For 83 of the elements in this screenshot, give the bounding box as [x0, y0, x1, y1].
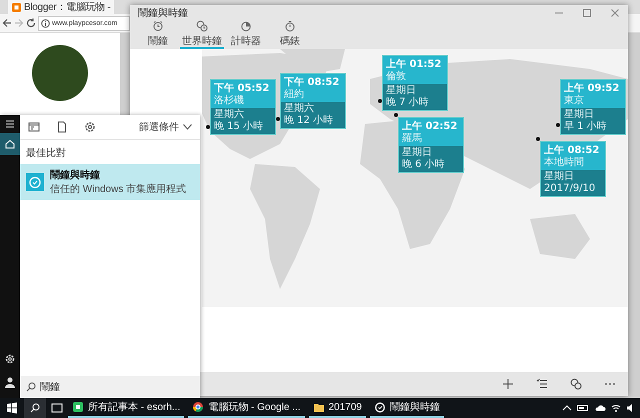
location-dot [394, 113, 398, 117]
city-card[interactable]: 上午 08:52 本地時間 星期日 2017/9/10 [540, 141, 606, 197]
day-text: 星期日 [544, 171, 575, 183]
city-name: 洛杉磯 [214, 95, 245, 107]
browser-icon [192, 401, 204, 413]
taskbar-button[interactable]: 所有記事本 - esorh... [68, 398, 184, 418]
city-card[interactable]: 下午 05:52 洛杉磯 星期六 晚 15 小時 [210, 79, 276, 135]
city-card[interactable]: 下午 08:52 紐約 星期六 晚 12 小時 [280, 73, 346, 129]
add-icon[interactable] [502, 378, 514, 390]
day-text: 星期日 [386, 85, 417, 96]
battery-icon[interactable] [577, 403, 589, 413]
filter-dropdown[interactable]: 篩選條件 [139, 120, 192, 134]
timer-icon [240, 20, 252, 32]
notebook-icon [72, 401, 84, 413]
location-dot [556, 123, 560, 127]
search-box[interactable]: 鬧鐘 [20, 376, 200, 398]
location-dot [536, 137, 540, 141]
checklist-icon[interactable] [536, 378, 548, 390]
reload-icon[interactable] [26, 18, 36, 28]
section-heading: 最佳比對 [25, 146, 67, 161]
day-text: 星期日 [402, 147, 433, 158]
search-result[interactable]: 鬧鐘與時鐘 信任的 Windows 市集應用程式 [20, 164, 200, 200]
city-name: 本地時間 [544, 157, 585, 169]
day-text: 星期六 [214, 109, 245, 120]
day-text: 星期日 [564, 109, 595, 120]
back-arrow-icon[interactable] [2, 18, 12, 28]
search-icon [26, 382, 36, 392]
location-dot [378, 99, 382, 103]
app-tab[interactable]: 碼錶 [268, 21, 312, 49]
time-text: 上午 02:52 [402, 120, 458, 133]
result-title: 鬧鐘與時鐘 [50, 168, 101, 182]
city-name: 紐約 [284, 89, 305, 101]
search-button[interactable] [24, 398, 46, 418]
taskbar-button[interactable]: 201709 [308, 398, 366, 418]
city-card[interactable]: 上午 02:52 羅馬 星期日 晚 6 小時 [398, 117, 464, 173]
time-text: 上午 01:52 [386, 58, 442, 70]
globe-clock-icon[interactable] [570, 378, 582, 390]
window-icon[interactable] [28, 121, 40, 133]
offset-text: 晚 7 小時 [386, 97, 430, 109]
time-text: 上午 09:52 [564, 82, 620, 94]
gear-icon[interactable] [84, 121, 96, 133]
app-tab[interactable]: 鬧鐘 [136, 21, 180, 49]
result-description: 信任的 Windows 市集應用程式 [50, 182, 186, 196]
offset-text: 早 1 小時 [564, 121, 608, 133]
offset-text: 晚 12 小時 [284, 115, 334, 127]
search-icon [30, 403, 40, 413]
offset-text: 2017/9/10 [544, 183, 596, 195]
taskbar-button[interactable]: 鬧鐘與時鐘 [370, 398, 444, 418]
time-text: 上午 08:52 [544, 144, 600, 156]
cloud-icon[interactable] [594, 403, 606, 413]
city-name: 東京 [564, 95, 585, 107]
info-icon [41, 18, 50, 28]
folder-icon [312, 401, 324, 413]
offset-text: 晚 6 小時 [402, 159, 446, 171]
day-text: 星期六 [284, 103, 315, 114]
city-card[interactable]: 上午 09:52 東京 星期日 早 1 小時 [560, 79, 626, 135]
site-icon [12, 2, 21, 12]
time-text: 下午 05:52 [214, 82, 270, 94]
home-button[interactable] [0, 133, 20, 155]
location-dot [276, 117, 280, 121]
chevron-up-icon[interactable] [562, 403, 572, 413]
tab-title: Blogger：電腦玩物 - [24, 1, 110, 14]
city-card[interactable]: 上午 01:52 倫敦 星期日 晚 7 小時 [382, 55, 448, 111]
app-tab[interactable]: 計時器 [224, 21, 268, 49]
time-text: 下午 08:52 [284, 76, 340, 89]
offset-text: 晚 15 小時 [214, 121, 264, 133]
window-title: 鬧鐘與時鐘 [138, 6, 188, 20]
clock-app-icon [26, 173, 44, 191]
taskbar-button[interactable]: 電腦玩物 - Google ... [188, 398, 304, 418]
chevron-down-icon [183, 124, 192, 130]
city-name: 倫敦 [386, 71, 407, 83]
browser-tab[interactable]: Blogger：電腦玩物 - [8, 0, 114, 14]
alarm-clock-icon [152, 20, 164, 32]
stopwatch-icon [284, 20, 296, 32]
search-field[interactable]: 鬧鐘 [40, 382, 140, 392]
close-icon[interactable] [610, 8, 620, 18]
location-dot [206, 125, 210, 129]
wifi-icon[interactable] [611, 403, 621, 413]
document-icon[interactable] [56, 121, 68, 133]
home-icon [5, 139, 15, 149]
alarm-clock-icon [374, 401, 386, 413]
maximize-icon[interactable] [582, 8, 592, 18]
city-name: 羅馬 [402, 133, 423, 145]
